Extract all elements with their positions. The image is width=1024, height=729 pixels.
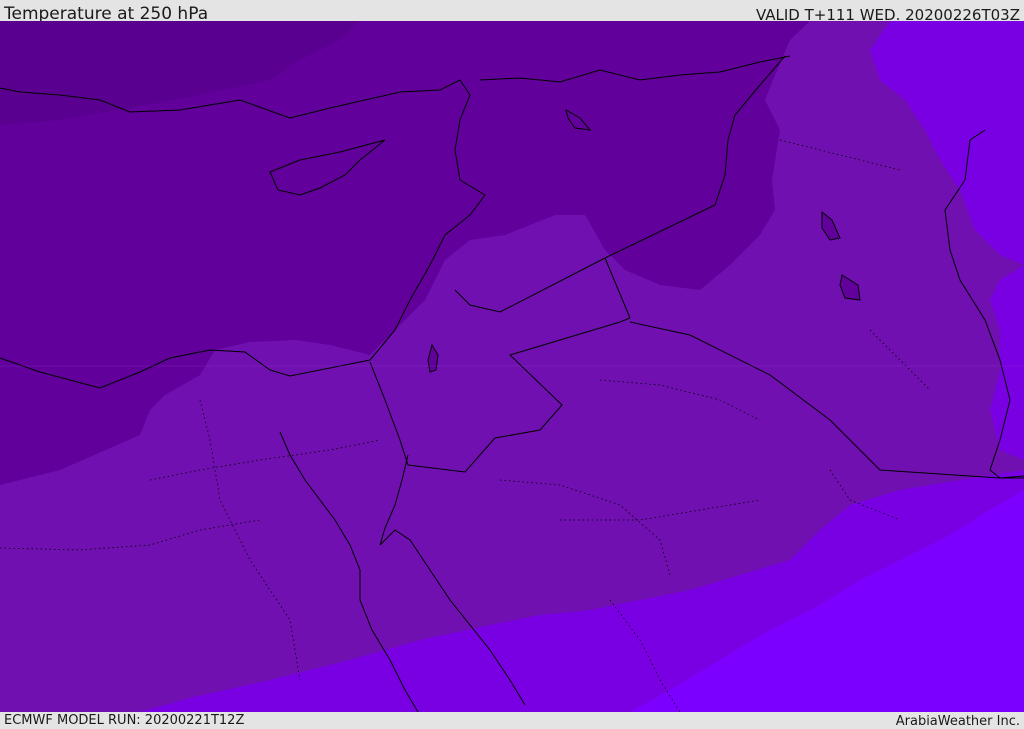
credit-label: ArabiaWeather Inc. xyxy=(895,714,1020,729)
temperature-map xyxy=(0,21,1024,712)
footer-bar: ECMWF MODEL RUN: 20200221T12Z ArabiaWeat… xyxy=(0,712,1024,729)
weather-map-page: Temperature at 250 hPa VALID T+111 WED. … xyxy=(0,0,1024,729)
title-bar: Temperature at 250 hPa VALID T+111 WED. … xyxy=(0,0,1024,24)
model-run-label: ECMWF MODEL RUN: 20200221T12Z xyxy=(4,713,245,728)
